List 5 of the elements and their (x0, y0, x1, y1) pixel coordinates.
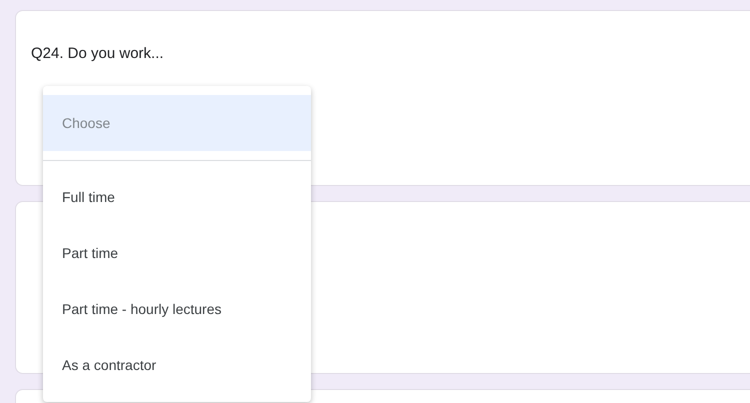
dropdown-option[interactable]: Full time (43, 169, 311, 225)
dropdown-option[interactable]: Part time - hourly lectures (43, 281, 311, 337)
dropdown-option[interactable]: Part time (43, 225, 311, 281)
dropdown-option[interactable]: As a contractor (43, 337, 311, 393)
question-title: Q24. Do you work... (31, 45, 165, 62)
